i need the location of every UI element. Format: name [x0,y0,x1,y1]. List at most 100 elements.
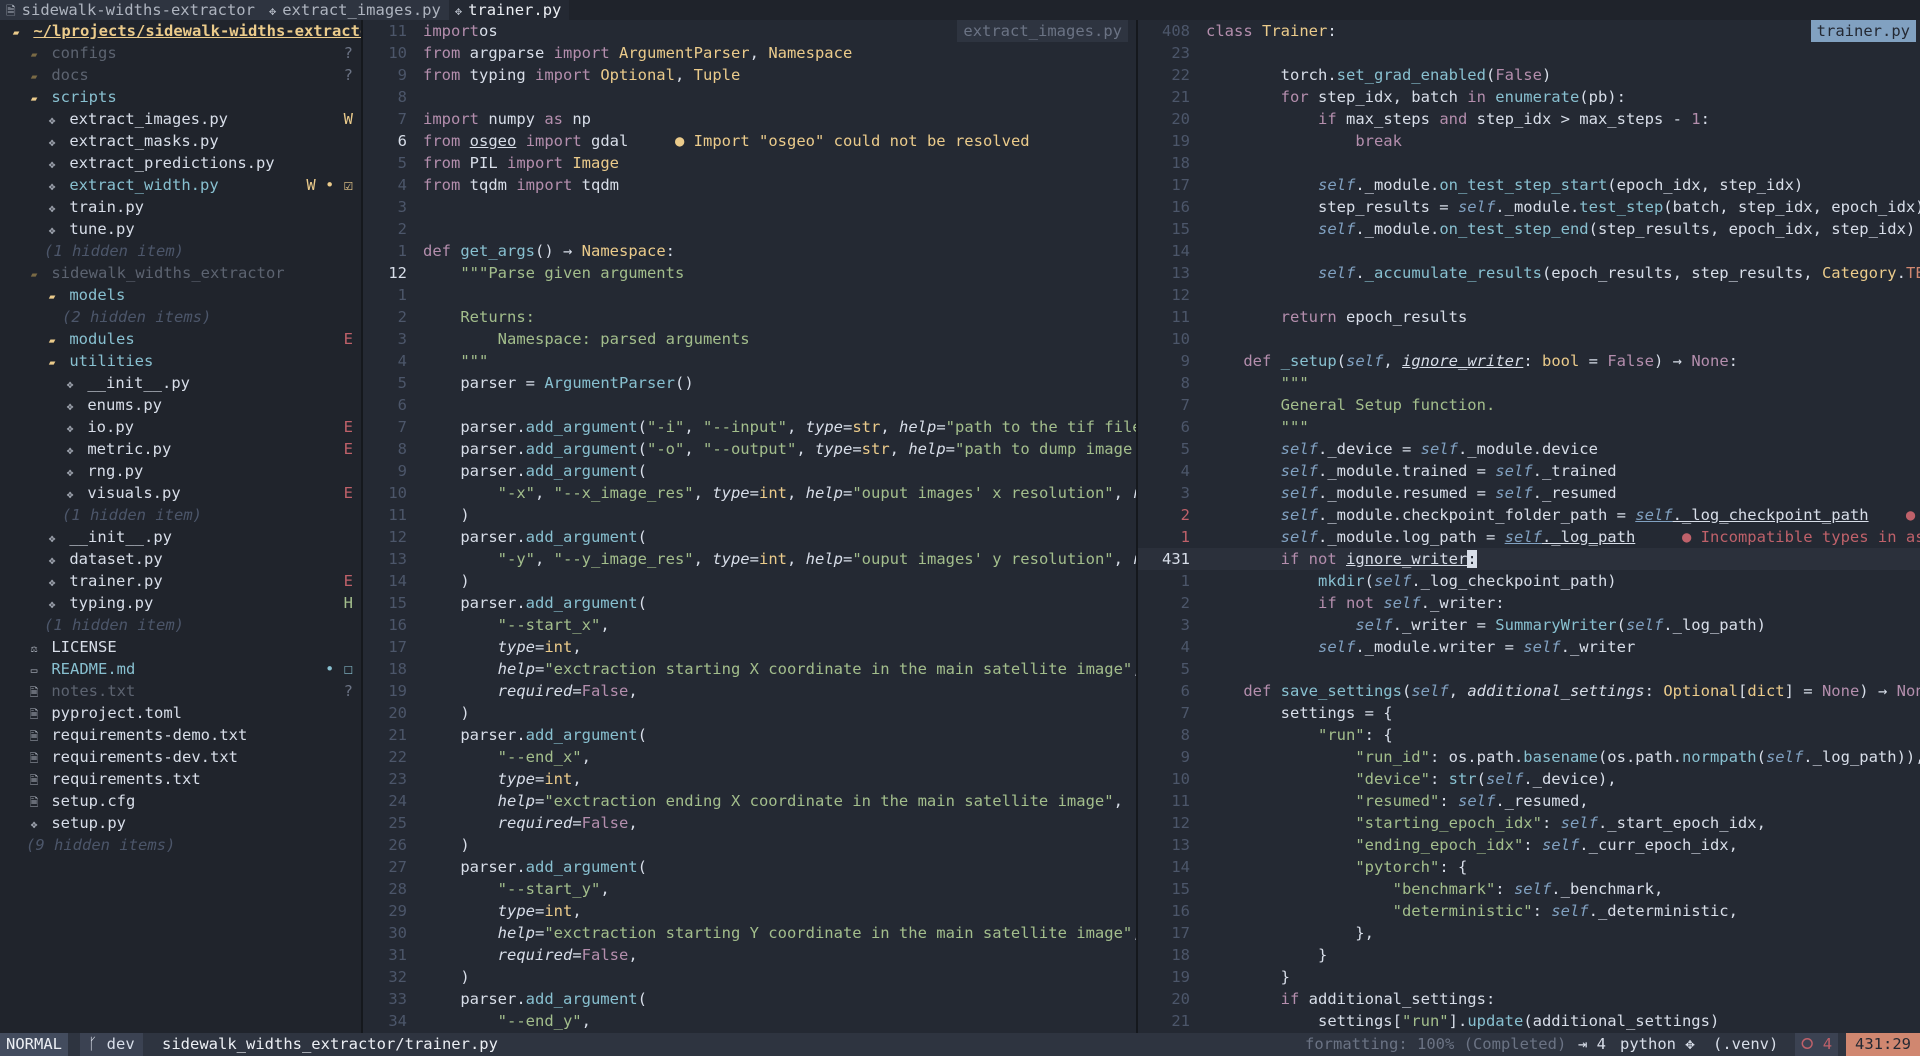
code-line[interactable]: 19 break [1138,130,1920,152]
tree-folder[interactable]: ▰ docs? [0,64,361,86]
code-line[interactable]: 3 Namespace: parsed arguments [363,328,1136,350]
tree-file[interactable]: ✥ __init__.py [0,526,361,548]
code-line[interactable]: 6 def save_settings(self, additional_set… [1138,680,1920,702]
code-line[interactable]: 17 type=int, [363,636,1136,658]
code-line[interactable]: 11 importos [363,20,1136,42]
code-line[interactable]: 2 [363,218,1136,240]
code-line[interactable]: 12 """Parse given arguments [363,262,1136,284]
code-line[interactable]: 17 }, [1138,922,1920,944]
code-line[interactable]: 33 parser.add_argument( [363,988,1136,1010]
tree-folder[interactable]: ▰ utilities [0,350,361,372]
code-line[interactable]: 34 "--end_y", [363,1010,1136,1032]
code-line[interactable]: 6 """ [1138,416,1920,438]
tree-file[interactable]: 🗎 pyproject.toml [0,702,361,724]
code-line[interactable]: 5 self._device = self._module.device [1138,438,1920,460]
code-line[interactable]: 1 def get_args() → Namespace: [363,240,1136,262]
tree-hidden-items[interactable]: (1 hidden item) [0,504,361,526]
code-line[interactable]: 20 if max_steps and step_idx > max_steps… [1138,108,1920,130]
code-line[interactable]: 20 ) [363,702,1136,724]
tree-file[interactable]: ✥ extract_width.py W • ☑ [0,174,361,196]
code-line[interactable]: 22 "--end_x", [363,746,1136,768]
code-line[interactable]: 21 settings["run"].update(additional_set… [1138,1010,1920,1032]
code-line[interactable]: 6 [363,394,1136,416]
tree-file[interactable]: 🗎 requirements-dev.txt [0,746,361,768]
tree-file[interactable]: ✥ enums.py [0,394,361,416]
tree-file[interactable]: ✥ extract_predictions.py [0,152,361,174]
code-line[interactable]: 1 self._module.log_path = self._log_path… [1138,526,1920,548]
code-line[interactable]: 9 from typing import Optional, Tuple [363,64,1136,86]
code-line[interactable]: 16 "--start_x", [363,614,1136,636]
code-line[interactable]: 9 def _setup(self, ignore_writer: bool =… [1138,350,1920,372]
code-line[interactable]: 10 "-x", "--x_image_res", type=int, help… [363,482,1136,504]
tree-file[interactable]: ✥ extract_images.py W [0,108,361,130]
code-line[interactable]: 4 self._module.writer = self._writer [1138,636,1920,658]
code-line[interactable]: 4 from tqdm import tqdm [363,174,1136,196]
code-line[interactable]: 25 required=False, [363,812,1136,834]
code-line[interactable]: 2 if not self._writer: [1138,592,1920,614]
code-line[interactable]: 12 "starting_epoch_idx": self._start_epo… [1138,812,1920,834]
tree-hidden-items[interactable]: (1 hidden item) [0,614,361,636]
tree-file[interactable]: ✥ tune.py [0,218,361,240]
code-line[interactable]: 3 self._writer = SummaryWriter(self._log… [1138,614,1920,636]
tree-hidden-items[interactable]: (2 hidden items) [0,306,361,328]
code-line[interactable]: 3 self._module.resumed = self._resumed [1138,482,1920,504]
code-line[interactable]: 11 "resumed": self._resumed, [1138,790,1920,812]
code-line[interactable]: 15 "benchmark": self._benchmark, [1138,878,1920,900]
code-line[interactable]: 1 mkdir(self._log_checkpoint_path) [1138,570,1920,592]
code-line[interactable]: 15 self._module.on_test_step_end(step_re… [1138,218,1920,240]
code-line[interactable]: 13 "ending_epoch_idx": self._curr_epoch_… [1138,834,1920,856]
code-line[interactable]: 5 from PIL import Image [363,152,1136,174]
code-line[interactable]: 27 parser.add_argument( [363,856,1136,878]
code-line[interactable]: 13 "-y", "--y_image_res", type=int, help… [363,548,1136,570]
code-line[interactable]: 2 Returns: [363,306,1136,328]
code-line[interactable]: 11 return epoch_results [1138,306,1920,328]
tree-folder[interactable]: ▰ configs? [0,42,361,64]
code-line[interactable]: 4 """ [363,350,1136,372]
code-line[interactable]: 31 required=False, [363,944,1136,966]
code-line[interactable]: 19 required=False, [363,680,1136,702]
code-line[interactable]: 2 self._module.checkpoint_folder_path = … [1138,504,1920,526]
code-line[interactable]: 5 [1138,658,1920,680]
code-line[interactable]: 17 self._module.on_test_step_start(epoch… [1138,174,1920,196]
tree-hidden-items[interactable]: (1 hidden item) [0,240,361,262]
tree-file[interactable]: ✥ rng.py [0,460,361,482]
code-line[interactable]: 7 settings = { [1138,702,1920,724]
code-line[interactable]: 18 } [1138,944,1920,966]
code-line[interactable]: 22 torch.set_grad_enabled(False) [1138,64,1920,86]
tree-file[interactable]: ✥ extract_masks.py [0,130,361,152]
code-line[interactable]: 10 "device": str(self._device), [1138,768,1920,790]
code-line[interactable]: 18 [1138,152,1920,174]
code-line[interactable]: 18 help="exctraction starting X coordina… [363,658,1136,680]
tree-file[interactable]: ✥ metric.py E [0,438,361,460]
code-line[interactable]: 7 import numpy as np [363,108,1136,130]
tab-trainer[interactable]: ✥ trainer.py [448,0,570,20]
code-line[interactable]: 5 parser = ArgumentParser() [363,372,1136,394]
code-line[interactable]: 21 parser.add_argument( [363,724,1136,746]
tree-folder[interactable]: ▰ models [0,284,361,306]
tree-file[interactable]: ✥ dataset.py [0,548,361,570]
code-line[interactable]: 9 parser.add_argument( [363,460,1136,482]
code-line[interactable]: 3 [363,196,1136,218]
code-line[interactable]: 26 ) [363,834,1136,856]
code-line[interactable]: 7 parser.add_argument("-i", "--input", t… [363,416,1136,438]
tree-file[interactable]: ✥ typing.py H [0,592,361,614]
code-line[interactable]: 19 } [1138,966,1920,988]
tree-file[interactable]: 🗎 setup.cfg [0,790,361,812]
code-line[interactable]: 29 type=int, [363,900,1136,922]
code-line[interactable]: 431 if not ignore_writer: [1138,548,1920,570]
tree-file[interactable]: ✥ __init__.py [0,372,361,394]
code-line[interactable]: 9 "run_id": os.path.basename(os.path.nor… [1138,746,1920,768]
tree-file[interactable]: ✥ setup.py [0,812,361,834]
code-line[interactable]: 14 [1138,240,1920,262]
code-line[interactable]: 1 [363,284,1136,306]
code-line[interactable]: 6 from osgeo import gdal ● Import "osgeo"… [363,130,1136,152]
code-line[interactable]: 408 class Trainer: [1138,20,1920,42]
code-line[interactable]: 8 parser.add_argument("-o", "--output", … [363,438,1136,460]
tree-file[interactable]: 🗎 requirements.txt [0,768,361,790]
editor-pane-right[interactable]: trainer.py 408 class Trainer: 23 22 torch.s… [1138,20,1920,1033]
tree-file[interactable]: ✥ trainer.py E [0,570,361,592]
tree-file[interactable]: ⚖ LICENSE [0,636,361,658]
tree-folder[interactable]: ▰ scripts [0,86,361,108]
tree-folder[interactable]: ▰ modules E [0,328,361,350]
code-line[interactable]: 11 ) [363,504,1136,526]
